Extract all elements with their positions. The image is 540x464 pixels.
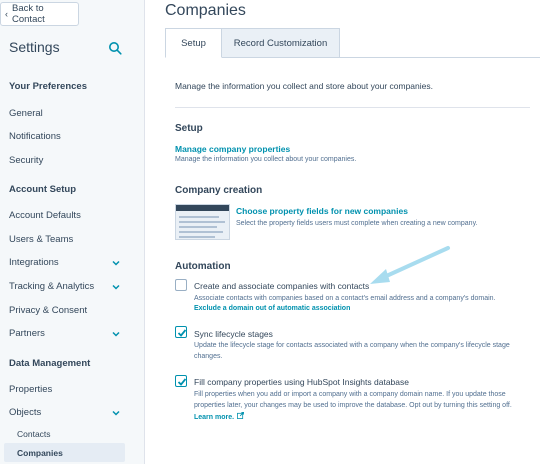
sidebar-item-security[interactable]: Security <box>9 155 135 166</box>
intro-text: Manage the information you collect and s… <box>175 81 433 91</box>
chevron-down-icon <box>112 331 120 337</box>
sidebar-item-users-teams[interactable]: Users & Teams <box>9 234 135 245</box>
nav-group-data-management: Data Management <box>9 358 91 369</box>
annotation-arrow <box>370 246 450 284</box>
fill-properties-description-line2: properties later, your changes may be us… <box>194 402 512 409</box>
chevron-left-icon: ‹ <box>5 9 8 19</box>
creation-description: Select the property fields users must co… <box>236 220 478 227</box>
sidebar-item-label: Privacy & Consent <box>9 305 88 316</box>
automation-title: Automation <box>175 261 231 272</box>
fill-properties-checkbox[interactable] <box>175 375 187 387</box>
create-associate-checkbox[interactable] <box>175 279 187 291</box>
sidebar-item-tracking[interactable]: Tracking & Analytics <box>9 281 135 292</box>
sidebar-item-label: Partners <box>9 328 45 339</box>
sidebar-item-label: Users & Teams <box>9 234 74 245</box>
sidebar-item-label: Tracking & Analytics <box>9 281 95 292</box>
sync-lifecycle-label: Sync lifecycle stages <box>194 329 273 339</box>
setup-description: Manage the information you collect about… <box>175 156 357 163</box>
sidebar-item-privacy[interactable]: Privacy & Consent <box>9 305 135 316</box>
fill-properties-description-line1: Fill properties when you add or import a… <box>194 391 506 398</box>
create-associate-description: Associate contacts with companies based … <box>194 295 496 302</box>
sidebar-item-label: General <box>9 108 43 119</box>
tab-bar: Setup Record Customization <box>165 28 340 58</box>
sync-lifecycle-description-line2: changes. <box>194 353 223 360</box>
sync-lifecycle-description-line1: Update the lifecycle stage for contacts … <box>194 342 510 349</box>
settings-sidebar: ‹ Back to Contact Settings Your Preferen… <box>0 0 145 464</box>
learn-more-link[interactable]: Learn more. <box>194 412 245 421</box>
back-to-contact-button[interactable]: ‹ Back to Contact <box>0 2 79 26</box>
sidebar-item-label: Account Defaults <box>9 210 81 221</box>
settings-title: Settings <box>9 39 60 55</box>
nav-group-account-setup: Account Setup <box>9 184 77 195</box>
chevron-down-icon <box>112 284 120 290</box>
page-title: Companies <box>165 2 246 19</box>
sidebar-item-label: Objects <box>9 407 42 418</box>
checkmark-icon <box>177 378 187 386</box>
section-divider <box>175 107 530 108</box>
sidebar-item-label: Integrations <box>9 257 59 268</box>
external-link-icon <box>237 412 245 419</box>
chevron-down-icon <box>112 410 120 416</box>
tab-setup[interactable]: Setup <box>165 28 222 58</box>
setup-section-title: Setup <box>175 123 203 134</box>
learn-more-label: Learn more. <box>194 414 235 421</box>
sidebar-item-label: Properties <box>9 384 53 395</box>
create-associate-label: Create and associate companies with cont… <box>194 281 370 291</box>
sidebar-item-partners[interactable]: Partners <box>9 328 135 339</box>
sync-lifecycle-checkbox[interactable] <box>175 326 187 338</box>
sidebar-item-label: Security <box>9 155 44 166</box>
exclude-domain-link[interactable]: Exclude a domain out of automatic associ… <box>194 305 350 312</box>
sidebar-subitem-companies[interactable]: Companies <box>17 448 63 458</box>
choose-property-fields-link[interactable]: Choose property fields for new companies <box>236 206 408 216</box>
company-creation-title: Company creation <box>175 185 263 196</box>
manage-company-properties-link[interactable]: Manage company properties <box>175 144 290 154</box>
sidebar-subitem-contacts[interactable]: Contacts <box>17 429 51 439</box>
sidebar-item-properties[interactable]: Properties <box>9 384 135 395</box>
sidebar-item-integrations[interactable]: Integrations <box>9 257 135 268</box>
search-icon[interactable] <box>108 41 122 55</box>
sidebar-item-account-defaults[interactable]: Account Defaults <box>9 210 135 221</box>
sidebar-item-general[interactable]: General <box>9 108 135 119</box>
fill-properties-label: Fill company properties using HubSpot In… <box>194 377 409 387</box>
nav-group-preferences: Your Preferences <box>9 81 87 92</box>
chevron-down-icon <box>112 260 120 266</box>
tab-record-customization[interactable]: Record Customization <box>222 28 340 58</box>
back-button-label: Back to Contact <box>12 3 45 25</box>
sidebar-item-objects[interactable]: Objects <box>9 407 135 418</box>
sidebar-item-notifications[interactable]: Notifications <box>9 131 135 142</box>
checkmark-icon <box>177 329 187 337</box>
property-fields-thumbnail <box>175 204 230 240</box>
sidebar-item-label: Notifications <box>9 131 61 142</box>
